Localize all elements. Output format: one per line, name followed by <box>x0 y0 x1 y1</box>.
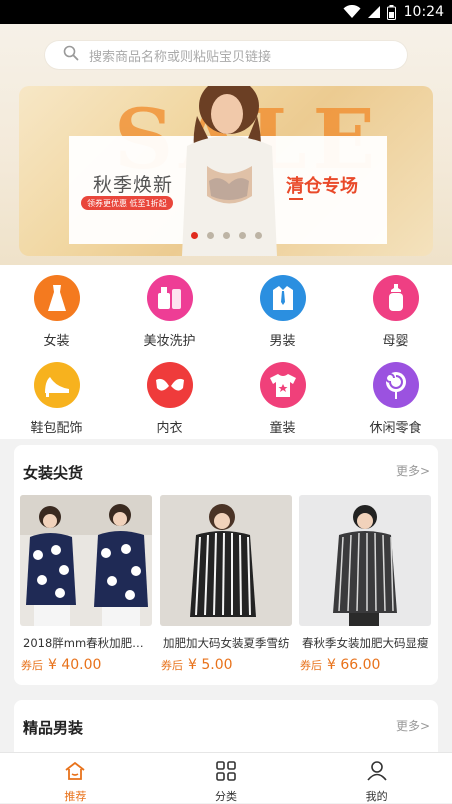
tab-label: 分类 <box>215 790 237 803</box>
banner-pill: 领券更优惠 低至1折起 <box>81 196 173 210</box>
coupon-label: 券后 <box>300 659 322 672</box>
banner-dot[interactable] <box>222 232 230 239</box>
lollipop-icon <box>372 362 419 408</box>
wifi-icon <box>343 5 361 19</box>
banner-dot[interactable] <box>238 232 246 239</box>
banner-dots <box>19 232 433 239</box>
section-title: 精品男装 <box>23 719 84 737</box>
section-title: 女装尖货 <box>23 464 84 482</box>
category-label: 母婴 <box>382 334 409 349</box>
product-name: 加肥加大码女装夏季雪纺 <box>163 636 290 650</box>
section-more-link[interactable]: 更多> <box>396 717 430 734</box>
tab-profile[interactable]: 我的 <box>301 753 452 803</box>
section-more-link[interactable]: 更多> <box>396 462 430 479</box>
category-label: 男装 <box>269 334 296 349</box>
search-bar[interactable]: 搜索商品名称或则粘贴宝贝链接 <box>45 41 407 69</box>
category-snacks[interactable]: 休闲零食 <box>339 352 452 439</box>
signal-icon <box>367 5 381 19</box>
category-label: 童装 <box>269 421 296 436</box>
banner-divider <box>289 198 303 200</box>
bottom-tab-bar: 推荐 分类 我的 <box>0 752 452 803</box>
banner-model-image <box>167 86 297 256</box>
category-label: 美妆洗护 <box>143 334 196 349</box>
category-grid: 女装 美妆洗护 男装 母婴 鞋包配饰 内衣 童装 休闲零食 <box>0 265 452 439</box>
product-price: ¥ 5.00 <box>188 657 233 673</box>
dress-icon <box>33 275 80 321</box>
product-image <box>20 495 152 626</box>
category-label: 鞋包配饰 <box>30 421 83 436</box>
product-name: 春秋季女装加肥大码显瘦 <box>302 636 429 650</box>
category-label: 女装 <box>43 334 70 349</box>
product-name: 2018胖mm春秋加肥加大码 <box>23 636 152 650</box>
product-card[interactable]: 春秋季女装加肥大码显瘦 券后 ¥ 66.00 <box>299 495 431 673</box>
grid-icon <box>215 761 237 785</box>
baby-bottle-icon <box>372 275 419 321</box>
home-icon <box>64 761 86 785</box>
coupon-label: 券后 <box>21 659 43 672</box>
hero-area: 搜索商品名称或则粘贴宝贝链接 SALE 秋季焕新 领券更优惠 低至1折起 清仓专… <box>0 24 452 265</box>
tab-category[interactable]: 分类 <box>151 753 302 803</box>
category-women[interactable]: 女装 <box>0 265 113 352</box>
product-card[interactable]: 加肥加大码女装夏季雪纺 券后 ¥ 5.00 <box>160 495 292 673</box>
category-kids[interactable]: 童装 <box>226 352 339 439</box>
battery-icon <box>386 4 396 20</box>
promo-banner[interactable]: SALE 秋季焕新 领券更优惠 低至1折起 清仓专场 <box>19 86 433 256</box>
category-underwear[interactable]: 内衣 <box>113 352 226 439</box>
cosmetics-icon <box>146 275 193 321</box>
user-icon <box>366 761 388 785</box>
bra-icon <box>146 362 193 408</box>
product-image <box>299 495 431 626</box>
category-label: 休闲零食 <box>369 421 422 436</box>
high-heel-icon <box>33 362 80 408</box>
product-price: ¥ 66.00 <box>327 657 381 673</box>
category-beauty[interactable]: 美妆洗护 <box>113 265 226 352</box>
kids-tshirt-icon <box>259 362 306 408</box>
banner-left-title: 秋季焕新 <box>93 174 174 196</box>
product-price: ¥ 40.00 <box>48 657 102 673</box>
tab-label: 推荐 <box>64 790 87 803</box>
search-placeholder: 搜索商品名称或则粘贴宝贝链接 <box>89 49 272 65</box>
search-icon <box>63 45 79 65</box>
category-shoes-bags[interactable]: 鞋包配饰 <box>0 352 113 439</box>
category-baby[interactable]: 母婴 <box>339 265 452 352</box>
banner-dot[interactable] <box>206 232 214 239</box>
status-time: 10:24 <box>403 4 444 20</box>
category-label: 内衣 <box>156 421 183 436</box>
banner-dot[interactable] <box>190 232 198 239</box>
banner-dot[interactable] <box>254 232 262 239</box>
category-men[interactable]: 男装 <box>226 265 339 352</box>
coupon-label: 券后 <box>161 659 183 672</box>
product-card[interactable]: 2018胖mm春秋加肥加大码 券后 ¥ 40.00 <box>20 495 152 673</box>
section-women-picks: 女装尖货 更多> 2018胖mm春秋加肥加大码 券后 ¥ 40.00 <box>14 445 438 685</box>
status-bar: 10:24 <box>0 0 452 24</box>
tab-recommend[interactable]: 推荐 <box>0 753 151 803</box>
banner-right-title: 清仓专场 <box>286 176 358 197</box>
shirt-tie-icon <box>259 275 306 321</box>
product-image <box>160 495 292 626</box>
tab-label: 我的 <box>365 790 388 803</box>
